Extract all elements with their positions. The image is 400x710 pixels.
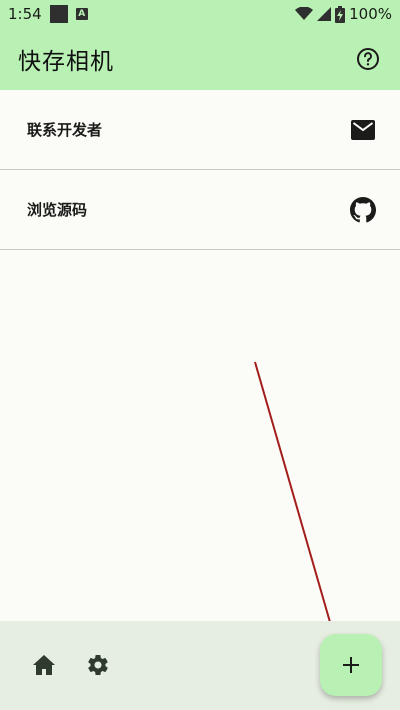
home-button[interactable] — [30, 651, 58, 679]
contact-developer-item[interactable]: 联系开发者 — [0, 90, 400, 170]
status-bar: 1:54 A 100% — [0, 0, 400, 28]
wifi-icon — [295, 7, 314, 20]
status-time: 1:54 — [8, 5, 42, 23]
home-icon — [33, 655, 55, 675]
settings-gear-icon — [88, 655, 108, 676]
app-bar: 快存相机 — [0, 28, 400, 90]
mail-icon — [350, 117, 376, 143]
github-icon — [350, 196, 376, 223]
help-circle-icon — [357, 48, 379, 70]
plus-icon — [343, 657, 359, 673]
settings-button[interactable] — [84, 651, 112, 679]
page-title: 快存相机 — [18, 49, 114, 75]
browse-source-item[interactable]: 浏览源码 — [0, 170, 400, 250]
battery-percent: 100% — [349, 5, 392, 23]
battery-charging-icon — [335, 5, 346, 23]
menu-item-label: 浏览源码 — [27, 201, 88, 219]
menu-item-label: 联系开发者 — [27, 121, 103, 139]
menu-list: 联系开发者 浏览源码 — [0, 90, 400, 250]
stop-square-icon — [49, 5, 68, 23]
signal-icon — [317, 7, 332, 21]
accessibility-a-icon: A — [75, 8, 88, 20]
add-fab-button[interactable] — [320, 634, 382, 696]
help-button[interactable] — [354, 45, 382, 73]
